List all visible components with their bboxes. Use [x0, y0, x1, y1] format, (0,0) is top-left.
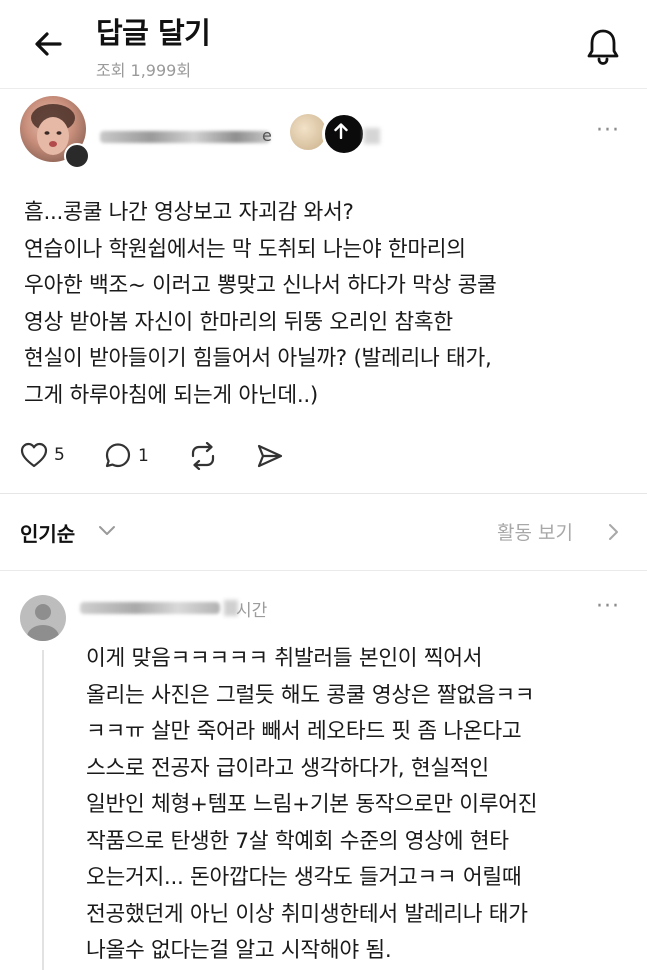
reply-timestamp: 시간: [236, 601, 268, 621]
like-button[interactable]: 5: [20, 442, 65, 468]
thread-line: [42, 650, 44, 970]
page-title: 답글 달기: [96, 16, 211, 50]
view-count: 조회 1,999회: [96, 61, 192, 80]
reply-more-icon[interactable]: ···: [596, 594, 620, 619]
back-arrow-icon[interactable]: [30, 28, 66, 60]
view-activity-link[interactable]: 활동 보기: [497, 518, 573, 545]
send-icon: [257, 444, 283, 468]
share-button[interactable]: [256, 443, 284, 469]
username-suffix: e: [262, 126, 272, 145]
comment-button[interactable]: 1: [104, 442, 149, 470]
reply-avatar[interactable]: [20, 595, 66, 641]
blurred-reply-username: [80, 602, 220, 614]
top-bar: 답글 달기 조회 1,999회: [0, 0, 647, 88]
follow-arrow-up-icon[interactable]: [322, 112, 366, 156]
post-more-icon[interactable]: ···: [596, 118, 620, 143]
post-body: 흠...콩쿨 나간 영상보고 자괴감 와서? 연습이나 학원쉽에서는 막 도취되…: [24, 200, 497, 408]
reply-body: 이게 맞음ㅋㅋㅋㅋㅋ 취발러들 본인이 찍어서 올리는 사진은 그럴듯 해도 콩…: [86, 646, 538, 963]
thread-reply-screen: 답글 달기 조회 1,999회 e ··· 흠...콩쿨 나간 영상보고 자괴감…: [0, 0, 647, 970]
comment-icon: [105, 443, 131, 468]
section-divider: [0, 493, 647, 494]
bell-icon[interactable]: [584, 26, 622, 66]
heart-icon: [20, 442, 48, 468]
blurred-handle: [364, 128, 380, 144]
chevron-right-icon[interactable]: [607, 523, 619, 541]
repost-button[interactable]: [188, 442, 218, 470]
like-count: 5: [54, 445, 65, 465]
comment-count: 1: [138, 446, 149, 466]
header-divider: [0, 88, 647, 89]
sort-divider: [0, 570, 647, 571]
repost-icon: [191, 442, 215, 470]
blurred-username: [100, 131, 270, 143]
chevron-down-icon[interactable]: [98, 523, 116, 537]
sort-dropdown[interactable]: 인기순: [20, 518, 75, 547]
verified-badge-icon: [64, 143, 90, 169]
